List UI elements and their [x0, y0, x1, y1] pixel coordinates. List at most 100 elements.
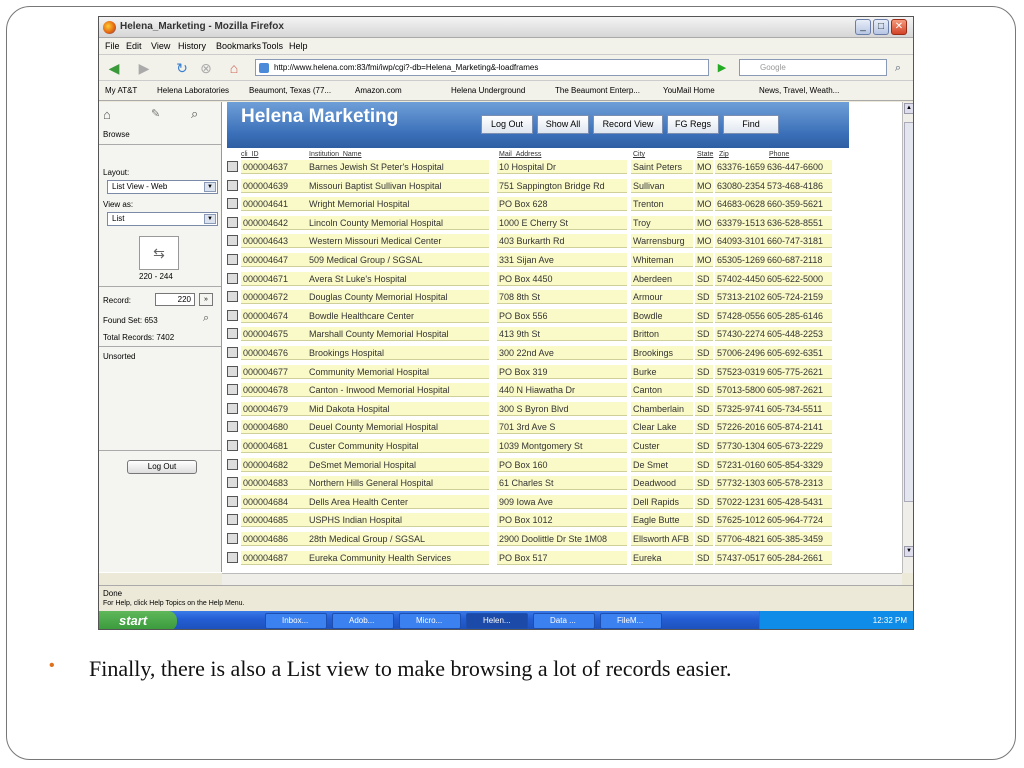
- bookmark-beaumont[interactable]: Beaumont, Texas (77...: [249, 86, 331, 95]
- bookmark-news[interactable]: News, Travel, Weath...: [759, 86, 839, 95]
- record-icon[interactable]: [227, 533, 238, 544]
- record-icon[interactable]: [227, 291, 238, 303]
- maximize-button[interactable]: □: [873, 19, 889, 35]
- col-header-address[interactable]: Mail_Address: [499, 151, 541, 158]
- magnifier-icon[interactable]: ⌕: [203, 312, 209, 325]
- taskbar-helena[interactable]: Helen...: [466, 613, 528, 629]
- col-header-name[interactable]: Institution_Name: [309, 151, 362, 158]
- record-icon[interactable]: [227, 440, 238, 451]
- table-row[interactable]: 000004679 Mid Dakota Hospital 300 S Byron …: [227, 401, 832, 417]
- table-row[interactable]: 000004682 DeSmet Memorial Hospital PO Box …: [227, 457, 832, 473]
- minimize-button[interactable]: _: [855, 19, 871, 35]
- table-row[interactable]: 000004686 28th Medical Group / SGSAL 2900 …: [227, 531, 832, 547]
- record-icon[interactable]: [227, 551, 238, 563]
- record-icon[interactable]: [227, 421, 238, 433]
- table-row[interactable]: 000004642 Lincoln County Memorial Hospita…: [227, 215, 832, 231]
- menu-history[interactable]: History: [178, 41, 206, 51]
- table-row[interactable]: 000004681 Custer Community Hospital 1039 M…: [227, 438, 832, 454]
- record-icon[interactable]: [227, 495, 238, 507]
- record-icon[interactable]: [227, 216, 238, 228]
- bookmark-youmail[interactable]: YouMail Home: [663, 86, 715, 95]
- bookmark-helena-underground[interactable]: Helena Underground: [451, 86, 525, 95]
- col-header-id[interactable]: cli_ID: [241, 151, 259, 158]
- taskbar-inbox[interactable]: Inbox...: [265, 613, 327, 629]
- bookmark-att[interactable]: My AT&T: [105, 86, 137, 95]
- forward-icon[interactable]: ▶: [135, 59, 153, 77]
- menu-bookmarks[interactable]: Bookmarks: [216, 41, 261, 51]
- table-row[interactable]: 000004641 Wright Memorial Hospital PO Box …: [227, 196, 832, 212]
- table-row[interactable]: 000004676 Brookings Hospital 300 22nd Ave B…: [227, 345, 832, 361]
- close-button[interactable]: ✕: [891, 19, 907, 35]
- menu-tools[interactable]: Tools: [262, 41, 283, 51]
- bookmark-amazon[interactable]: Amazon.com: [355, 86, 402, 95]
- taskbar-adobe[interactable]: Adob...: [332, 613, 394, 629]
- vertical-scrollbar[interactable]: ▲ ▼: [902, 102, 913, 573]
- reload-icon[interactable]: ↻: [173, 59, 191, 77]
- table-row[interactable]: 000004672 Douglas County Memorial Hospita…: [227, 289, 832, 305]
- scroll-down-icon[interactable]: ▼: [904, 546, 913, 557]
- search-field[interactable]: Google: [739, 59, 887, 76]
- sidebar-logout-button[interactable]: Log Out: [127, 460, 197, 474]
- col-header-state[interactable]: State: [697, 151, 713, 158]
- record-icon[interactable]: [227, 514, 238, 526]
- menu-view[interactable]: View: [151, 41, 170, 51]
- edit-icon[interactable]: ✎: [151, 107, 160, 120]
- menu-edit[interactable]: Edit: [126, 41, 142, 51]
- view-as-select[interactable]: List ▼: [107, 212, 218, 226]
- record-icon[interactable]: [227, 384, 238, 396]
- table-row[interactable]: 000004647 509 Medical Group / SGSAL 331 Si…: [227, 252, 832, 268]
- record-icon[interactable]: [227, 254, 238, 265]
- scroll-thumb[interactable]: [904, 122, 913, 502]
- record-icon[interactable]: [227, 161, 238, 172]
- bookmark-beaumont-enterprise[interactable]: The Beaumont Enterp...: [555, 86, 640, 95]
- table-row[interactable]: 000004671 Avera St Luke's Hospital PO Box …: [227, 271, 832, 287]
- bookmark-helena-labs[interactable]: Helena Laboratories: [157, 86, 229, 95]
- horizontal-scrollbar[interactable]: [222, 573, 902, 585]
- menu-help[interactable]: Help: [289, 41, 308, 51]
- table-row[interactable]: 000004675 Marshall County Memorial Hospit…: [227, 326, 832, 342]
- record-icon[interactable]: [227, 365, 238, 377]
- search-icon[interactable]: ⌕: [889, 59, 907, 77]
- record-icon[interactable]: [227, 347, 238, 358]
- taskbar-data[interactable]: Data ...: [533, 613, 595, 629]
- go-to-record-icon[interactable]: »: [199, 293, 213, 306]
- home-icon[interactable]: ⌂: [103, 107, 111, 122]
- col-header-city[interactable]: City: [633, 151, 645, 158]
- record-icon[interactable]: [227, 309, 238, 321]
- record-input[interactable]: 220: [155, 293, 195, 306]
- table-row[interactable]: 000004639 Missouri Baptist Sullivan Hospi…: [227, 178, 832, 194]
- record-icon[interactable]: [227, 458, 238, 470]
- taskbar-filemaker[interactable]: FileM...: [600, 613, 662, 629]
- record-icon[interactable]: [227, 272, 238, 284]
- url-field[interactable]: http://www.helena.com:83/fmi/iwp/cgi?-db…: [255, 59, 709, 76]
- book-icon[interactable]: ⇆: [139, 236, 179, 270]
- scroll-up-icon[interactable]: ▲: [904, 103, 913, 114]
- table-row[interactable]: 000004678 Canton - Inwood Memorial Hospit…: [227, 382, 832, 398]
- record-icon[interactable]: [227, 235, 238, 247]
- table-row[interactable]: 000004677 Community Memorial Hospital PO B…: [227, 364, 832, 380]
- go-icon[interactable]: ▶: [713, 59, 731, 77]
- logout-button[interactable]: Log Out: [481, 115, 533, 134]
- taskbar-microsoft[interactable]: Micro...: [399, 613, 461, 629]
- record-icon[interactable]: [227, 328, 238, 340]
- stop-icon[interactable]: ⊗: [197, 59, 215, 77]
- table-row[interactable]: 000004683 Northern Hills General Hospital…: [227, 475, 832, 491]
- find-button[interactable]: Find: [723, 115, 779, 134]
- show-all-button[interactable]: Show All: [537, 115, 589, 134]
- table-row[interactable]: 000004637 Barnes Jewish St Peter's Hospit…: [227, 159, 832, 175]
- find-icon[interactable]: ⌕: [191, 106, 198, 122]
- table-row[interactable]: 000004674 Bowdle Healthcare Center PO Box …: [227, 308, 832, 324]
- table-row[interactable]: 000004684 Dells Area Health Center 909 Iow…: [227, 494, 832, 510]
- back-icon[interactable]: ◀: [105, 59, 123, 77]
- home-icon[interactable]: ⌂: [225, 59, 243, 77]
- record-icon[interactable]: [227, 179, 238, 191]
- record-icon[interactable]: [227, 198, 238, 210]
- record-icon[interactable]: [227, 402, 238, 414]
- layout-select[interactable]: List View - Web ▼: [107, 180, 218, 194]
- table-row[interactable]: 000004643 Western Missouri Medical Center…: [227, 233, 832, 249]
- col-header-phone[interactable]: Phone: [769, 151, 789, 158]
- col-header-zip[interactable]: Zip: [719, 151, 729, 158]
- menu-file[interactable]: File: [105, 41, 120, 51]
- start-button[interactable]: start: [99, 611, 177, 629]
- table-row[interactable]: 000004680 Deuel County Memorial Hospital 7…: [227, 419, 832, 435]
